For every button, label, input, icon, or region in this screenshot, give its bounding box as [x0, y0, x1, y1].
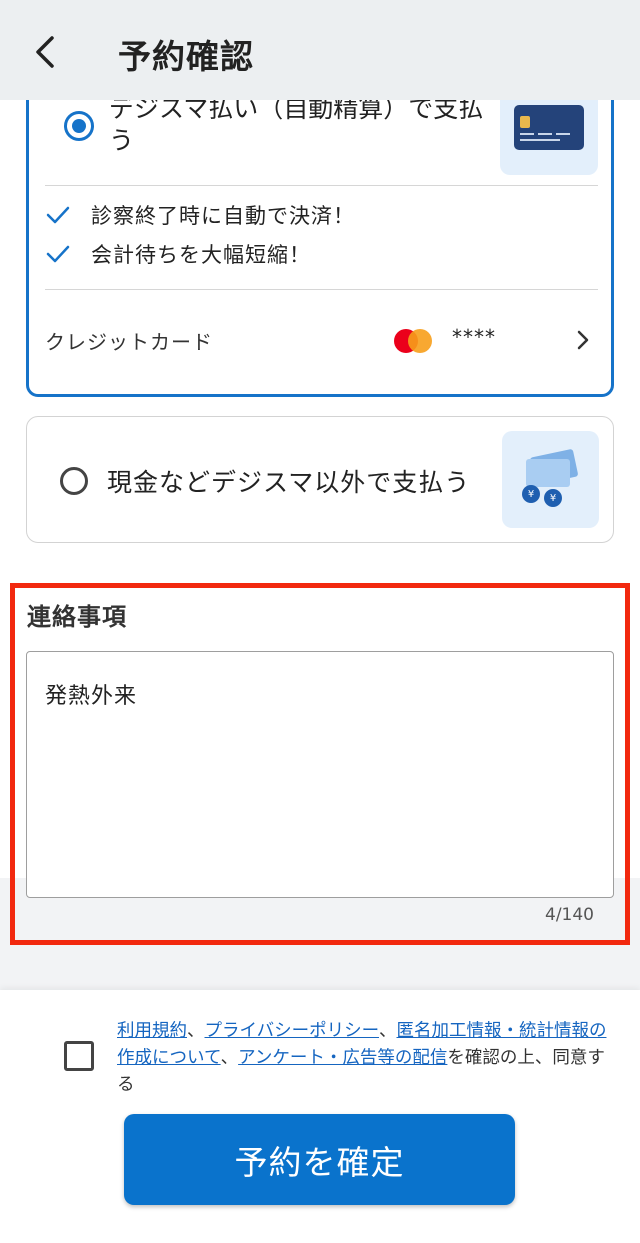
benefit-text: 会計待ちを大幅短縮！ [91, 243, 311, 267]
notes-textarea[interactable]: 発熱外来 [26, 651, 614, 898]
radio-selected-icon[interactable] [64, 111, 94, 141]
credit-card-label: クレジットカード [45, 329, 213, 354]
divider [45, 185, 598, 186]
payment-option-other[interactable]: 現金などデジスマ以外で支払う ¥ ¥ [26, 416, 614, 543]
mastercard-logo-icon [394, 329, 434, 353]
yen-coin-icon: ¥ [522, 485, 540, 503]
radio-unselected-icon[interactable] [60, 467, 88, 495]
payment-option-other-label: 現金などデジスマ以外で支払う [107, 468, 471, 497]
divider [45, 289, 598, 290]
separator: 、 [378, 1021, 397, 1041]
credit-card-icon [514, 105, 584, 150]
privacy-policy-link[interactable]: プライバシーポリシー [205, 1021, 379, 1041]
benefit-item: 診察終了時に自動で決済！ [45, 197, 355, 233]
back-arrow-icon[interactable] [30, 34, 60, 70]
masked-card-number: **** [452, 325, 496, 349]
chevron-right-icon[interactable] [573, 329, 593, 351]
char-count: 4/140 [545, 905, 594, 925]
separator: 、 [187, 1021, 205, 1041]
credit-card-illustration [500, 100, 598, 175]
payment-option-digisma-label: デジスマ払い（自動精算）で支払う [109, 100, 484, 155]
cash-illustration: ¥ ¥ [502, 431, 599, 528]
check-icon [46, 206, 70, 224]
separator: 、 [220, 1048, 239, 1068]
benefit-text: 診察終了時に自動で決済！ [91, 204, 355, 228]
notes-title: 連絡事項 [27, 603, 127, 631]
credit-card-selector[interactable]: クレジットカード **** [45, 319, 598, 361]
agree-checkbox[interactable] [64, 1041, 94, 1071]
agree-text: 利用規約、プライバシーポリシー、匿名加工情報・統計情報の作成について、アンケート… [117, 1018, 607, 1099]
survey-ads-link[interactable]: アンケート・広告等の配信 [238, 1048, 447, 1068]
benefit-item: 会計待ちを大幅短縮！ [45, 236, 311, 272]
payment-option-digisma[interactable]: デジスマ払い（自動精算）で支払う 診察終了時に自動で決済！ 会計待ちを大幅短縮！… [26, 100, 614, 397]
check-icon [46, 245, 70, 263]
app-header: 予約確認 [0, 0, 640, 100]
yen-coin-icon: ¥ [544, 489, 562, 507]
page-title: 予約確認 [118, 37, 254, 76]
confirm-reservation-button[interactable]: 予約を確定 [124, 1114, 515, 1205]
footer: 利用規約、プライバシーポリシー、匿名加工情報・統計情報の作成について、アンケート… [0, 990, 640, 1243]
terms-link[interactable]: 利用規約 [117, 1021, 187, 1041]
